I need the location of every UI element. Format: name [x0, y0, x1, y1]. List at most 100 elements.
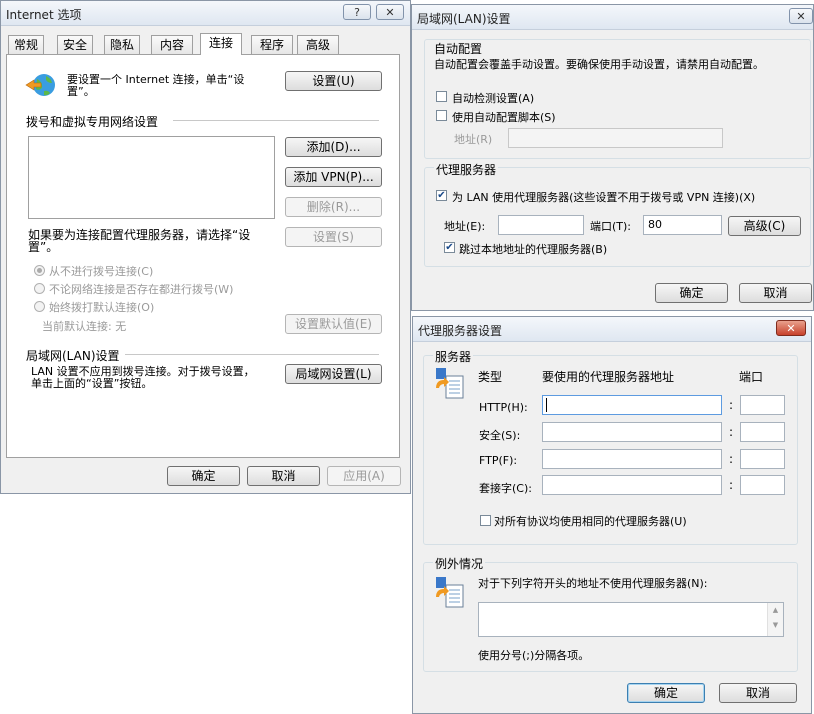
radio-never-dial[interactable]: [34, 265, 45, 276]
dialup-connections-list[interactable]: [28, 136, 275, 219]
apply-button[interactable]: 应用(A): [327, 466, 401, 486]
proxy-port-field[interactable]: 80: [643, 215, 722, 235]
tab-general[interactable]: 常规: [8, 35, 44, 54]
cancel-button[interactable]: 取消: [739, 283, 812, 303]
socks-address-field[interactable]: [542, 475, 722, 495]
script-address-field[interactable]: [508, 128, 723, 148]
proxy-settings-window: 代理服务器设置 ✕ 服务器 类型 要使用的代理服务器地址 端口 HTTP(H):…: [412, 316, 812, 714]
http-port-field[interactable]: [740, 395, 785, 415]
title-bar[interactable]: 代理服务器设置 ✕: [413, 317, 811, 342]
window-title: Internet 选项: [6, 8, 82, 22]
ok-button[interactable]: 确定: [655, 283, 728, 303]
bypass-local-checkbox[interactable]: ✔: [444, 242, 455, 253]
http-port-separator: :: [729, 398, 734, 412]
window-title: 局域网(LAN)设置: [417, 12, 511, 26]
servers-header: 服务器: [433, 348, 474, 365]
lan-settings-window: 局域网(LAN)设置 ✕ 自动配置 自动配置会覆盖手动设置。要确保使用手动设置，…: [411, 4, 814, 311]
proxy-address-label: 地址(E):: [444, 220, 486, 233]
settings-button[interactable]: 设置(S): [285, 227, 382, 247]
globe-icon: [24, 71, 58, 101]
scroll-down-icon[interactable]: ▼: [773, 621, 778, 629]
use-proxy-label: 为 LAN 使用代理服务器(这些设置不用于拨号或 VPN 连接)(X): [452, 191, 756, 204]
connections-panel: 要设置一个 Internet 连接，单击“设置”。 设置(U) 拨号和虚拟专用网…: [6, 54, 400, 458]
same-proxy-checkbox[interactable]: [480, 515, 491, 526]
exceptions-icon: [433, 575, 465, 609]
secure-label: 安全(S):: [479, 429, 521, 442]
proxy-config-text: 如果要为连接配置代理服务器，请选择“设置”。: [28, 228, 251, 254]
auto-script-label: 使用自动配置脚本(S): [452, 111, 556, 124]
exceptions-header: 例外情况: [433, 555, 486, 572]
http-address-field[interactable]: [542, 395, 722, 415]
socks-port-separator: :: [729, 478, 734, 492]
tab-connections[interactable]: 连接: [200, 33, 242, 55]
tab-content[interactable]: 内容: [151, 35, 193, 54]
col-port-header: 端口: [739, 370, 764, 384]
title-bar[interactable]: Internet 选项 ? ✕: [1, 1, 410, 26]
secure-port-separator: :: [729, 425, 734, 439]
tab-advanced[interactable]: 高级: [297, 35, 339, 54]
current-default-connection: 当前默认连接: 无: [42, 320, 127, 333]
text-caret: [546, 398, 547, 412]
dialup-section-header: 拨号和虚拟专用网络设置: [26, 115, 159, 129]
lan-description: LAN 设置不应用到拨号连接。对于拨号设置，单击上面的“设置”按钮。: [31, 365, 255, 390]
lan-section-header: 局域网(LAN)设置: [26, 349, 120, 363]
col-type-header: 类型: [478, 370, 503, 384]
radio-always-dial-label: 始终拨打默认连接(O): [49, 301, 155, 314]
lan-settings-button[interactable]: 局域网设置(L): [285, 364, 382, 384]
radio-never-dial-label: 从不进行拨号连接(C): [49, 265, 154, 278]
proxy-port-label: 端口(T):: [590, 220, 632, 233]
http-label: HTTP(H):: [479, 401, 528, 414]
radio-dial-whenever-label: 不论网络连接是否存在都进行拨号(W): [49, 283, 234, 296]
auto-script-checkbox[interactable]: [436, 110, 447, 121]
use-proxy-checkbox[interactable]: ✔: [436, 190, 447, 201]
auto-detect-label: 自动检测设置(A): [452, 92, 535, 105]
divider: [125, 354, 379, 355]
remove-button[interactable]: 删除(R)...: [285, 197, 382, 217]
add-button[interactable]: 添加(D)...: [285, 137, 382, 157]
tab-security[interactable]: 安全: [57, 35, 93, 54]
close-button[interactable]: ✕: [776, 320, 806, 336]
exceptions-description: 对于下列字符开头的地址不使用代理服务器(N):: [478, 577, 708, 590]
setup-button[interactable]: 设置(U): [285, 71, 382, 91]
close-button[interactable]: ✕: [376, 4, 404, 20]
socks-port-field[interactable]: [740, 475, 785, 495]
cancel-button[interactable]: 取消: [247, 466, 320, 486]
add-vpn-button[interactable]: 添加 VPN(P)...: [285, 167, 382, 187]
proxy-server-icon: [433, 366, 465, 400]
ftp-port-field[interactable]: [740, 449, 785, 469]
tab-privacy[interactable]: 隐私: [104, 35, 140, 54]
exceptions-hint: 使用分号(;)分隔各项。: [478, 649, 590, 662]
ftp-label: FTP(F):: [479, 454, 518, 467]
divider: [173, 120, 379, 121]
advanced-button[interactable]: 高级(C): [728, 216, 801, 236]
bypass-local-label: 跳过本地地址的代理服务器(B): [459, 243, 608, 256]
auto-detect-checkbox[interactable]: [436, 91, 447, 102]
secure-port-field[interactable]: [740, 422, 785, 442]
close-button[interactable]: ✕: [789, 8, 813, 24]
title-bar[interactable]: 局域网(LAN)设置 ✕: [412, 5, 813, 30]
script-address-label: 地址(R): [454, 133, 493, 146]
proxy-address-field[interactable]: [498, 215, 584, 235]
secure-address-field[interactable]: [542, 422, 722, 442]
exceptions-textarea[interactable]: ▲ ▼: [478, 602, 784, 637]
cancel-button[interactable]: 取消: [719, 683, 797, 703]
setup-text: 要设置一个 Internet 连接，单击“设置”。: [67, 73, 245, 98]
auto-config-header: 自动配置: [434, 42, 483, 56]
ok-button[interactable]: 确定: [167, 466, 240, 486]
ftp-address-field[interactable]: [542, 449, 722, 469]
tab-programs[interactable]: 程序: [251, 35, 293, 54]
same-proxy-label: 对所有协议均使用相同的代理服务器(U): [494, 515, 687, 528]
auto-config-description: 自动配置会覆盖手动设置。要确保使用手动设置，请禁用自动配置。: [434, 58, 764, 71]
col-address-header: 要使用的代理服务器地址: [542, 370, 675, 384]
proxy-server-header: 代理服务器: [434, 161, 499, 178]
radio-dial-whenever[interactable]: [34, 283, 45, 294]
internet-options-window: Internet 选项 ? ✕ 常规 安全 隐私 内容 连接 程序 高级 要设置…: [0, 0, 411, 494]
help-button[interactable]: ?: [343, 4, 371, 20]
scroll-up-icon[interactable]: ▲: [773, 606, 778, 614]
window-title: 代理服务器设置: [418, 324, 503, 338]
ftp-port-separator: :: [729, 452, 734, 466]
ok-button[interactable]: 确定: [627, 683, 705, 703]
radio-always-dial[interactable]: [34, 301, 45, 312]
scrollbar[interactable]: ▲ ▼: [767, 603, 783, 636]
set-default-button[interactable]: 设置默认值(E): [285, 314, 382, 334]
